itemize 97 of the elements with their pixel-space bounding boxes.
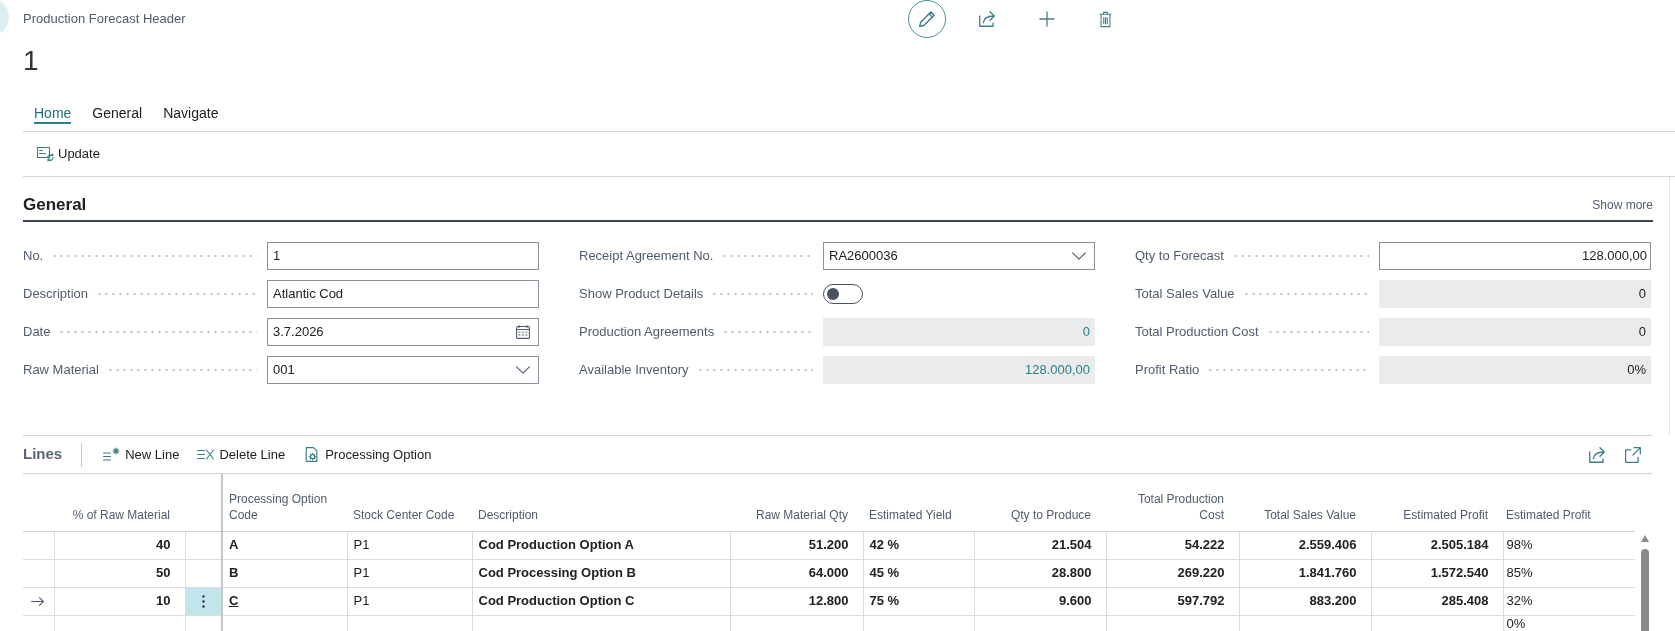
table-cell: B [222, 559, 347, 587]
record-title: 1 [23, 45, 40, 77]
trash-icon[interactable] [1099, 10, 1112, 28]
table-cell: 2.559.406 [1239, 531, 1371, 559]
action-button[interactable]: Update [35, 142, 102, 166]
text-field[interactable]: 1 [267, 242, 539, 270]
table-cell: 0% [1503, 615, 1635, 631]
drilldown-field[interactable]: 128.000,00 [823, 356, 1095, 384]
table-cell: Cod Production Option A [472, 531, 730, 559]
table-cell: 64.000 [730, 559, 863, 587]
table-cell: 9.600 [974, 587, 1106, 615]
drilldown-field[interactable]: 0 [823, 318, 1095, 346]
field-label: Production Agreements [579, 323, 715, 342]
section-title: Lines [23, 444, 63, 465]
table-cell: 285.408 [1371, 587, 1503, 615]
tab[interactable]: General [92, 104, 143, 124]
plus-icon[interactable] [1039, 11, 1055, 27]
table-cell: 12.800 [730, 587, 863, 615]
number-field[interactable]: 128.000,00 [1379, 242, 1651, 270]
more-icon [201, 595, 205, 609]
dropdown-field[interactable]: RA2600036 [823, 242, 1095, 270]
table-cell: 32% [1503, 587, 1635, 615]
field-label: Profit Ratio [1135, 361, 1200, 380]
arrow-right-icon [31, 596, 44, 606]
field-label: Qty to Forecast [1135, 247, 1224, 266]
column-header[interactable]: Estimated Profit [1503, 474, 1635, 531]
table-cell: 45 % [863, 559, 974, 587]
calendar-icon[interactable] [516, 325, 530, 339]
column-header[interactable]: Processing Option Code [222, 474, 347, 531]
readonly-field: 0 [1379, 280, 1651, 308]
field-label: Total Production Cost [1135, 323, 1259, 342]
table-cell: 98% [1503, 531, 1635, 559]
text-field[interactable]: Atlantic Cod [267, 280, 539, 308]
field-label: Description [23, 285, 89, 304]
scroll-up-icon[interactable] [1640, 535, 1649, 542]
column-header[interactable]: Stock Center Code [347, 474, 472, 531]
share-icon[interactable] [979, 11, 995, 27]
field-label: Show Product Details [579, 285, 704, 304]
field-label: No. [23, 247, 44, 266]
pencil-icon [919, 11, 935, 27]
table-cell: P1 [347, 587, 472, 615]
tab[interactable]: Navigate [163, 104, 219, 124]
table-cell: 883.200 [1239, 587, 1371, 615]
table-cell: 50 [54, 559, 185, 587]
field-label: Total Sales Value [1135, 285, 1235, 304]
table-cell: Cod Processing Option B [472, 559, 730, 587]
table-cell: 1.572.540 [1371, 559, 1503, 587]
column-header[interactable]: Estimated Profit [1371, 474, 1503, 531]
toolbar-button[interactable]: Delete Line [195, 444, 288, 465]
table-cell: 54.222 [1106, 531, 1239, 559]
chevron-down-icon[interactable] [1072, 249, 1086, 263]
table-cell: C [222, 587, 347, 615]
list-x-icon [197, 447, 215, 462]
field-label: Available Inventory [579, 361, 689, 380]
table-cell: 269.220 [1106, 559, 1239, 587]
table-cell: 42 % [863, 531, 974, 559]
column-header[interactable]: % of Raw Material [54, 474, 185, 531]
column-header[interactable]: Raw Material Qty [730, 474, 863, 531]
edit-button[interactable] [908, 0, 946, 38]
toolbar-button[interactable]: Processing Option [301, 444, 434, 465]
table-cell: 75 % [863, 587, 974, 615]
column-header[interactable]: Description [472, 474, 730, 531]
field-label: Raw Material [23, 361, 99, 380]
table-cell: 28.800 [974, 559, 1106, 587]
expand-icon[interactable] [1625, 446, 1641, 463]
toggle-switch[interactable] [823, 284, 863, 304]
field-label: Receipt Agreement No. [579, 247, 714, 266]
table-cell: P1 [347, 559, 472, 587]
table-cell: 21.504 [974, 531, 1106, 559]
tab[interactable]: Home [34, 104, 72, 124]
table-cell: 1.841.760 [1239, 559, 1371, 587]
table-cell: P1 [347, 531, 472, 559]
column-header[interactable]: Total Sales Value [1239, 474, 1371, 531]
scrollbar-thumb[interactable] [1640, 549, 1649, 631]
toolbar-button[interactable]: New Line [101, 444, 182, 465]
show-more-link[interactable]: Show more [1592, 196, 1653, 214]
table-cell: 597.792 [1106, 587, 1239, 615]
column-header[interactable]: Qty to Produce [974, 474, 1106, 531]
column-header[interactable]: Estimated Yield [863, 474, 974, 531]
field-label: Date [23, 323, 51, 342]
list-star-icon [103, 447, 121, 462]
page-caption: Production Forecast Header [23, 11, 186, 27]
table-cell: A [222, 531, 347, 559]
table-cell: 85% [1503, 559, 1635, 587]
readonly-field: 0% [1379, 356, 1651, 384]
date-field[interactable]: 3.7.2026 [267, 318, 539, 346]
share-icon[interactable] [1589, 446, 1605, 463]
column-header[interactable]: Total Production Cost [1106, 474, 1239, 531]
chevron-down-icon[interactable] [516, 363, 530, 377]
section-title: General [23, 194, 87, 217]
table-cell: 2.505.184 [1371, 531, 1503, 559]
dropdown-field[interactable]: 001 [267, 356, 539, 384]
table-cell: 40 [54, 531, 185, 559]
readonly-field: 0 [1379, 318, 1651, 346]
document-refresh-icon [37, 146, 54, 162]
table-cell: Cod Production Option C [472, 587, 730, 615]
table-cell: 51.200 [730, 531, 863, 559]
